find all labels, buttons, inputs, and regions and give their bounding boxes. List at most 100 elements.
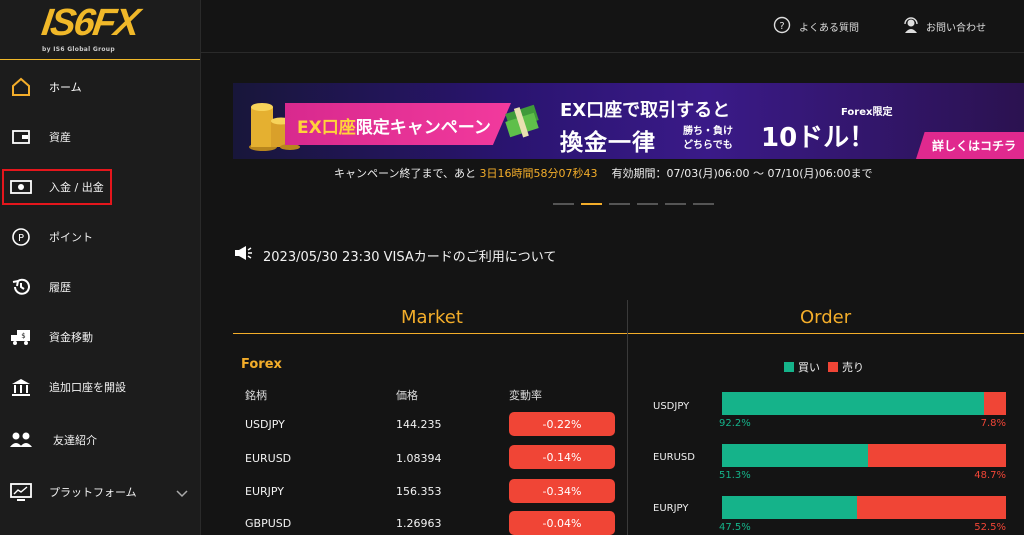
sell-percent: 7.8% (980, 418, 1006, 429)
order-ratio-bar (722, 392, 1006, 415)
order-symbol: EURUSD (653, 452, 695, 463)
sidebar-item-label: ホーム (49, 81, 82, 94)
price-cell: 1.08394 (396, 452, 442, 465)
carousel-dot[interactable] (693, 203, 714, 205)
bank-icon (8, 374, 34, 400)
points-icon: P (8, 224, 34, 250)
faq-label: よくある質問 (799, 23, 859, 34)
headset-icon (902, 16, 920, 37)
sidebar-item-open-account[interactable]: 追加口座を開設 (0, 362, 200, 412)
campaign-title-highlight: EX口座 (297, 118, 356, 138)
carousel-dot[interactable] (665, 203, 686, 205)
sidebar-item-referral[interactable]: 友達紹介 (0, 415, 200, 465)
change-badge: -0.04% (509, 511, 615, 535)
forex-section-title: Forex (241, 357, 282, 372)
sidebar-item-label: 友達紹介 (53, 434, 97, 447)
buy-percent: 51.3% (719, 470, 751, 481)
sidebar-item-label: 入金 / 出金 (49, 181, 104, 194)
buy-percent: 92.2% (719, 418, 751, 429)
column-divider (627, 300, 628, 535)
condition-line-2: どちらでも (683, 140, 733, 151)
change-badge: -0.14% (509, 445, 615, 469)
logo-text: IS6FX (39, 2, 141, 44)
sidebar-item-label: プラットフォーム (49, 486, 137, 499)
sell-percent: 52.5% (974, 522, 1006, 533)
order-legend: 買い 売り (784, 359, 864, 375)
details-button[interactable]: 詳しくはコチラ (916, 132, 1024, 159)
campaign-amount: 10ドル！ (761, 123, 876, 153)
buy-ratio-fill (722, 496, 857, 519)
sidebar-item-deposit-withdraw[interactable]: 入金 / 出金 (0, 162, 200, 212)
price-cell: 1.26963 (396, 517, 442, 530)
forex-only-label: Forex限定 (841, 107, 893, 118)
carousel-dot[interactable] (553, 203, 574, 205)
carousel-dot[interactable] (637, 203, 658, 205)
sidebar-item-label: 資金移動 (49, 331, 93, 344)
market-divider (233, 333, 627, 334)
svg-text:$: $ (21, 332, 25, 340)
col-header-change: 変動率 (509, 389, 542, 402)
buy-percent: 47.5% (719, 522, 751, 533)
order-ratio-bar (722, 496, 1006, 519)
sidebar-item-home[interactable]: ホーム (0, 62, 200, 112)
carousel-dot-active[interactable] (581, 203, 602, 205)
sidebar-item-platform[interactable]: プラットフォーム (0, 467, 200, 517)
campaign-condition: 勝ち・負け どちらでも (683, 125, 733, 153)
contact-link[interactable]: お問い合わせ (902, 16, 986, 37)
legend-buy-label: 買い (798, 361, 820, 374)
buy-swatch (784, 362, 794, 372)
order-ratio-bar (722, 444, 1006, 467)
campaign-subheadline: 換金一律 (560, 130, 656, 156)
symbol-cell: EURJPY (245, 485, 284, 498)
sidebar-item-history[interactable]: 履歴 (0, 262, 200, 312)
condition-line-1: 勝ち・負け (683, 126, 733, 137)
cash-icon (8, 174, 34, 200)
campaign-banner[interactable]: EX口座限定キャンペーン EX口座で取引すると 換金一律 勝ち・負け どちらでも… (233, 83, 1024, 159)
news-notice[interactable]: 2023/05/30 23:30 VISAカードのご利用について (233, 245, 556, 265)
carousel-dot[interactable] (609, 203, 630, 205)
sell-percent: 48.7% (974, 470, 1006, 481)
order-symbol: EURJPY (653, 503, 689, 514)
carousel-dots (553, 203, 714, 205)
svg-text:?: ? (779, 21, 784, 32)
users-icon (8, 427, 34, 453)
legend-sell-label: 売り (842, 361, 864, 374)
price-cell: 144.235 (396, 418, 442, 431)
logo-divider (0, 59, 200, 60)
top-bar: ? よくある質問 お問い合わせ (201, 0, 1024, 53)
campaign-title-rest: 限定キャンペーン (355, 118, 491, 138)
sidebar-item-label: 資産 (49, 131, 71, 144)
chevron-down-icon[interactable] (176, 483, 188, 502)
col-header-symbol: 銘柄 (245, 389, 267, 402)
megaphone-icon (233, 245, 253, 265)
logo[interactable]: IS6FX by IS6 Global Group (38, 2, 168, 54)
question-icon: ? (773, 16, 791, 37)
sidebar-item-fund-transfer[interactable]: $ 資金移動 (0, 312, 200, 362)
sidebar-item-assets[interactable]: 資産 (0, 112, 200, 162)
buy-ratio-fill (722, 444, 868, 467)
news-text: 2023/05/30 23:30 VISAカードのご利用について (263, 249, 557, 265)
change-badge: -0.34% (509, 479, 615, 503)
symbol-cell: GBPUSD (245, 517, 292, 530)
sidebar-item-label: ポイント (49, 231, 93, 244)
sidebar-item-label: 履歴 (49, 281, 71, 294)
monitor-icon (8, 479, 34, 505)
price-cell: 156.353 (396, 485, 442, 498)
market-title: Market (401, 307, 463, 328)
logo-subtitle: by IS6 Global Group (42, 46, 115, 53)
faq-link[interactable]: ? よくある質問 (773, 16, 859, 37)
symbol-cell: EURUSD (245, 452, 292, 465)
money-stack-icon (501, 99, 545, 143)
sidebar-item-points[interactable]: P ポイント (0, 212, 200, 262)
home-icon (8, 74, 34, 100)
svg-text:P: P (18, 233, 24, 244)
campaign-headline: EX口座で取引すると (560, 100, 731, 121)
countdown-prefix: キャンペーン終了まで、あと (334, 167, 480, 180)
order-title: Order (800, 307, 852, 328)
sell-swatch (828, 362, 838, 372)
app-root: IS6FX by IS6 Global Group ホーム 資産 入金 / 出金… (0, 0, 1024, 535)
order-divider (628, 333, 1024, 334)
campaign-countdown: キャンペーン終了まで、あと 3日16時間58分07秒43 有効期間：07/03(… (334, 165, 872, 181)
sidebar: IS6FX by IS6 Global Group ホーム 資産 入金 / 出金… (0, 0, 201, 535)
campaign-period: 有効期間：07/03(月)06:00 〜 07/10(月)06:00まで (611, 167, 873, 180)
